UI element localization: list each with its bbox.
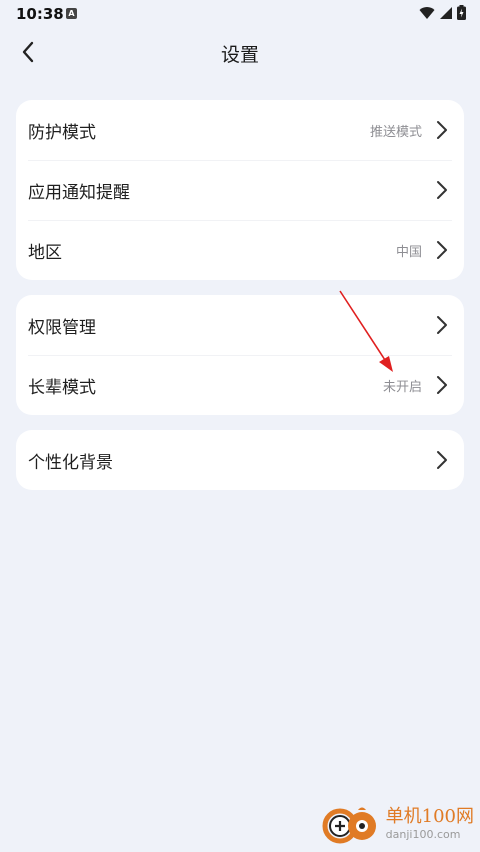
annotation-arrow [339,290,393,372]
watermark: 单机100网 danji100.com [322,804,474,844]
danji-logo-icon [322,807,376,844]
watermark-text-cn: 单机100网 [385,806,474,827]
watermark-text-en: danji100.com [385,828,461,841]
